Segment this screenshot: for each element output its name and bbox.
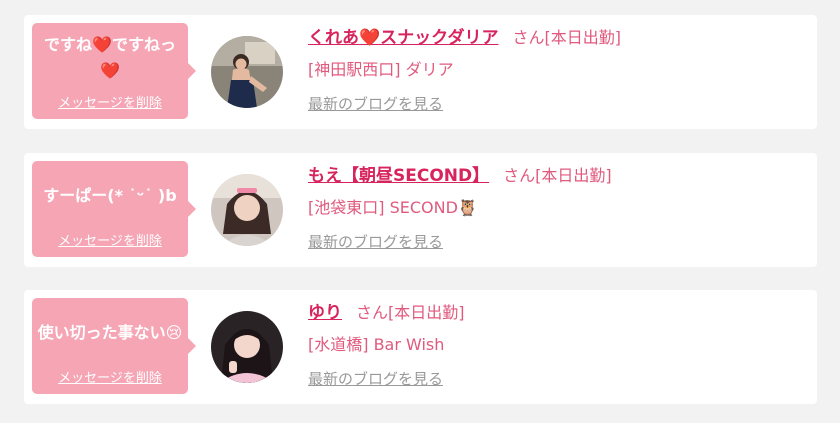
latest-blog-link[interactable]: 最新のブログを見る	[308, 93, 443, 114]
cast-name-link[interactable]: ゆり	[308, 303, 342, 323]
cast-info: ゆり さん[本日出勤] [水道橋] Bar Wish 最新のブログを見る	[308, 296, 807, 389]
cast-status: さん[本日出勤]	[512, 28, 622, 47]
latest-blog-link[interactable]: 最新のブログを見る	[308, 231, 443, 252]
latest-blog-link[interactable]: 最新のブログを見る	[308, 368, 443, 389]
message-bubble: ですね❤️ですねっ❤️ メッセージを削除	[32, 23, 196, 119]
delete-message-link[interactable]: メッセージを削除	[32, 92, 188, 111]
cast-avatar[interactable]	[211, 174, 283, 246]
cast-card: ですね❤️ですねっ❤️ メッセージを削除 くれあ❤️スナックダリア さん[本日出勤…	[24, 15, 817, 129]
cast-status: さん[本日出勤]	[356, 303, 465, 322]
message-text: 使い切った事ない😢	[37, 323, 183, 342]
store-info: [神田駅西口] ダリア	[308, 60, 454, 79]
cast-info: もえ【朝昼SECOND】 さん[本日出勤] [池袋東口] SECOND🦉 最新のブ…	[308, 159, 807, 252]
cast-avatar[interactable]	[211, 36, 283, 108]
cast-avatar[interactable]	[211, 311, 283, 383]
cast-name-link[interactable]: くれあ❤️スナックダリア	[308, 28, 499, 48]
delete-message-link[interactable]: メッセージを削除	[32, 230, 188, 249]
cast-message-list: ですね❤️ですねっ❤️ メッセージを削除 くれあ❤️スナックダリア さん[本日出勤…	[0, 0, 840, 423]
message-bubble: すーぱー(* ˙ᵕ˙ )b メッセージを削除	[32, 161, 196, 257]
store-info: [水道橋] Bar Wish	[308, 335, 445, 354]
store-info: [池袋東口] SECOND🦉	[308, 198, 478, 217]
cast-name-link[interactable]: もえ【朝昼SECOND】	[308, 166, 489, 186]
message-bubble: 使い切った事ない😢 メッセージを削除	[32, 298, 196, 394]
cast-info: くれあ❤️スナックダリア さん[本日出勤] [神田駅西口] ダリア 最新のブログを…	[308, 21, 807, 114]
cast-status: さん[本日出勤]	[503, 166, 612, 185]
delete-message-link[interactable]: メッセージを削除	[32, 367, 188, 386]
message-text: ですね❤️ですねっ❤️	[44, 35, 176, 80]
cast-card: 使い切った事ない😢 メッセージを削除 ゆり さん[本日出勤] [水道橋] Bar …	[24, 290, 817, 404]
cast-card: すーぱー(* ˙ᵕ˙ )b メッセージを削除 もえ【朝昼SECOND】 さん[本日…	[24, 153, 817, 267]
message-text: すーぱー(* ˙ᵕ˙ )b	[43, 186, 177, 205]
